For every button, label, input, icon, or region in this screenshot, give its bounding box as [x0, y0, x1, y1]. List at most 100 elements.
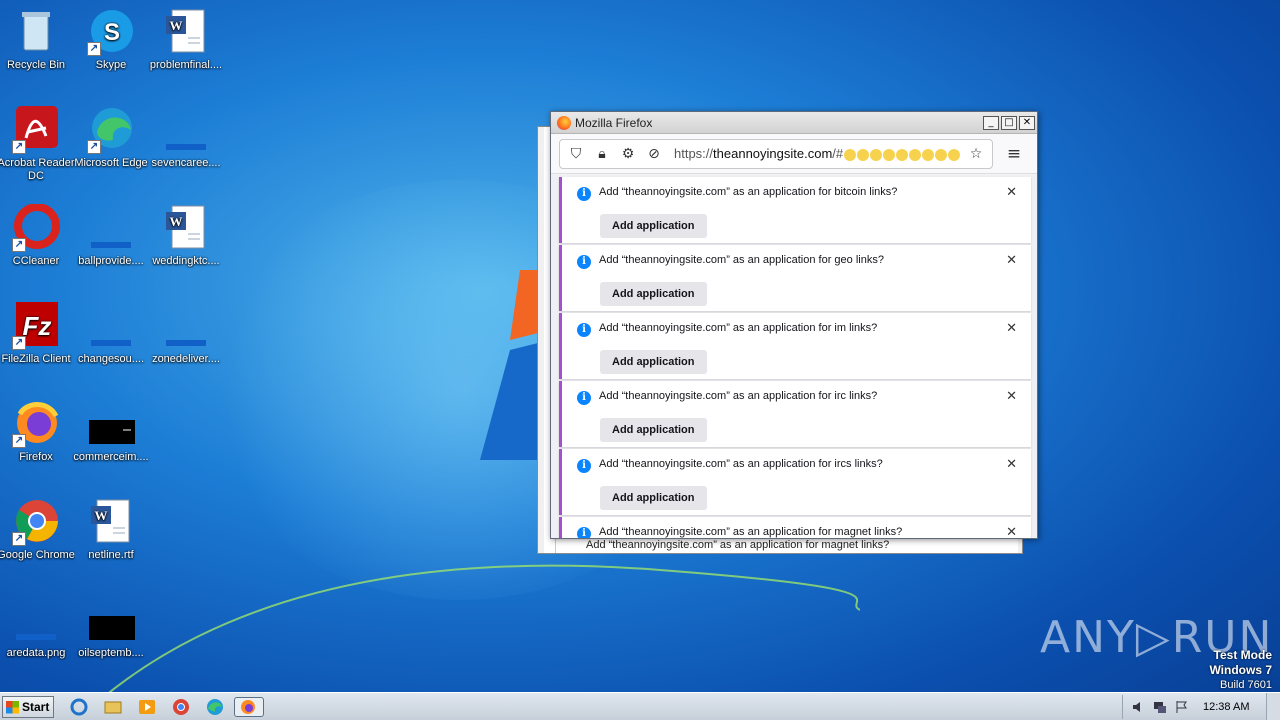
- permissions-icon[interactable]: ⚙︎: [618, 146, 638, 162]
- blank-file-icon: [162, 302, 210, 350]
- info-icon: i: [577, 391, 591, 405]
- info-icon: i: [577, 459, 591, 473]
- desktop-icon-label: FileZilla Client: [1, 353, 71, 365]
- bookmark-star-icon[interactable]: ☆: [966, 146, 986, 162]
- desktop-icon-skype[interactable]: S ↗ Skype: [72, 8, 150, 72]
- url-bar[interactable]: ⛉ 🔒︎ ⚙︎ ⊘ https://theannoyingsite.com/# …: [559, 138, 993, 169]
- svg-text:W: W: [170, 214, 183, 229]
- shortcut-arrow-icon: ↗: [12, 434, 26, 448]
- add-application-button[interactable]: Add application: [600, 214, 707, 238]
- notification-message: Add “theannoyingsite.com” as an applicat…: [599, 322, 878, 334]
- desktop-icon-label: changesou....: [77, 353, 145, 365]
- desktop-icon-recycle-bin[interactable]: Recycle Bin: [0, 8, 75, 72]
- desktop-icon-edge[interactable]: ↗ Microsoft Edge: [72, 106, 150, 170]
- ccleaner-icon: ↗: [12, 203, 60, 252]
- shortcut-arrow-icon: ↗: [12, 238, 26, 252]
- clock[interactable]: 12:38 AM: [1203, 701, 1249, 713]
- desktop-icon-sevencaree[interactable]: sevencaree....: [147, 106, 225, 170]
- desktop-icon-netline[interactable]: W netline.rtf: [72, 498, 150, 562]
- desktop-icon-chrome[interactable]: ↗ Google Chrome: [0, 498, 75, 562]
- close-notification-icon[interactable]: ✕: [1006, 525, 1017, 538]
- desktop-icon-problemfinal[interactable]: W problemfinal....: [147, 8, 225, 72]
- taskbar-ie-icon[interactable]: [68, 697, 90, 717]
- wallpaper-swoosh: [100, 564, 860, 700]
- desktop-icon-ccleaner[interactable]: ↗ CCleaner: [0, 203, 75, 268]
- minimize-button[interactable]: _: [983, 115, 999, 130]
- taskbar-explorer-icon[interactable]: [102, 697, 124, 717]
- close-notification-icon[interactable]: ✕: [1006, 457, 1017, 472]
- add-application-button[interactable]: Add application: [600, 282, 707, 306]
- shield-icon[interactable]: ⛉: [566, 146, 586, 162]
- notification-message: Add “theannoyingsite.com” as an applicat…: [599, 186, 898, 198]
- windows-watermark: Test Mode Windows 7 Build 7601: [1209, 648, 1272, 693]
- desktop-icon-aredata[interactable]: aredata.png: [0, 596, 75, 660]
- desktop-icon-commerceim[interactable]: commerceim....: [72, 400, 150, 464]
- acrobat-icon: ↗: [12, 106, 60, 154]
- close-notification-icon[interactable]: ✕: [1006, 253, 1017, 268]
- desktop-icon-label: Acrobat Reader DC: [0, 157, 75, 182]
- word-document-icon: W: [87, 498, 135, 546]
- desktop-icon-label: weddingktc....: [152, 255, 220, 267]
- menu-hamburger-icon[interactable]: ≡: [999, 144, 1029, 164]
- desktop-icon-label: Microsoft Edge: [74, 157, 148, 169]
- desktop-icon-label: oilseptemb....: [78, 647, 144, 659]
- add-application-button[interactable]: Add application: [600, 486, 707, 510]
- edge-icon: ↗: [87, 106, 135, 154]
- info-icon: i: [577, 255, 591, 269]
- maximize-button[interactable]: □: [1001, 115, 1017, 130]
- desktop-icon-label: problemfinal....: [149, 59, 223, 71]
- close-notification-icon[interactable]: ✕: [1006, 185, 1017, 200]
- show-desktop-button[interactable]: [1266, 693, 1280, 720]
- start-button[interactable]: Start: [2, 696, 54, 718]
- notification-bar: i Add “theannoyingsite.com” as an applica…: [559, 449, 1031, 515]
- filezilla-icon: Fz ↗: [12, 302, 60, 350]
- desktop-icon-weddingktc[interactable]: W weddingktc....: [147, 204, 225, 268]
- close-notification-icon[interactable]: ✕: [1006, 321, 1017, 336]
- navigation-bar: ⛉ 🔒︎ ⚙︎ ⊘ https://theannoyingsite.com/# …: [551, 134, 1037, 174]
- desktop-icon-ballprovide[interactable]: ballprovide....: [72, 204, 150, 268]
- word-document-icon: W: [162, 8, 210, 56]
- lock-icon[interactable]: 🔒︎: [592, 146, 612, 162]
- svg-text:Fz: Fz: [23, 311, 52, 341]
- desktop-icon-changesou[interactable]: changesou....: [72, 302, 150, 366]
- add-application-button[interactable]: Add application: [600, 418, 707, 442]
- taskbar-chrome-icon[interactable]: [170, 697, 192, 717]
- shortcut-arrow-icon: ↗: [12, 336, 26, 350]
- desktop-icon-label: Google Chrome: [0, 549, 75, 561]
- notification-bar: i Add “theannoyingsite.com” as an applica…: [559, 245, 1031, 311]
- recycle-bin-icon: [12, 8, 60, 56]
- desktop-icon-acrobat[interactable]: ↗ Acrobat Reader DC: [0, 106, 75, 183]
- firefox-window[interactable]: Mozilla Firefox _ □ ✕ ⛉ 🔒︎ ⚙︎ ⊘ https://…: [550, 111, 1038, 539]
- watermark-windows-version: Windows 7: [1209, 663, 1272, 677]
- add-application-button[interactable]: Add application: [600, 350, 707, 374]
- desktop-icon-zonedeliver[interactable]: zonedeliver....: [147, 302, 225, 366]
- desktop-icon-firefox[interactable]: ↗ Firefox: [0, 400, 75, 464]
- desktop-icon-oilseptemb[interactable]: oilseptemb....: [72, 596, 150, 660]
- taskbar-firefox-icon[interactable]: [234, 697, 264, 717]
- skype-icon: S ↗: [87, 8, 135, 56]
- notification-area: i Add “theannoyingsite.com” as an applica…: [551, 175, 1037, 538]
- taskbar-edge-icon[interactable]: [204, 697, 226, 717]
- network-icon[interactable]: [1153, 700, 1167, 714]
- black-file-icon: [87, 400, 135, 448]
- firefox-icon: ↗: [12, 400, 60, 448]
- desktop-icon-label: ballprovide....: [78, 255, 144, 267]
- notification-bar: i Add “theannoyingsite.com” as an applica…: [559, 517, 1031, 538]
- desktop-icon-label: CCleaner: [12, 255, 60, 267]
- notification-bar: i Add “theannoyingsite.com” as an applica…: [559, 313, 1031, 379]
- url-text[interactable]: https://theannoyingsite.com/#: [674, 146, 961, 161]
- close-notification-icon[interactable]: ✕: [1006, 389, 1017, 404]
- desktop-icon-filezilla[interactable]: Fz ↗ FileZilla Client: [0, 302, 75, 366]
- desktop-icon-label: aredata.png: [6, 647, 66, 659]
- taskbar-media-player-icon[interactable]: [136, 697, 158, 717]
- notification-message: Add “theannoyingsite.com” as an applicat…: [599, 254, 884, 266]
- desktop-icon-label: netline.rtf: [88, 549, 134, 561]
- action-center-flag-icon[interactable]: [1175, 700, 1189, 714]
- tracking-blocked-icon[interactable]: ⊘: [644, 146, 664, 162]
- info-icon: i: [577, 187, 591, 201]
- volume-icon[interactable]: [1131, 700, 1145, 714]
- info-icon: i: [577, 323, 591, 337]
- title-bar[interactable]: Mozilla Firefox _ □ ✕: [551, 112, 1037, 134]
- close-button[interactable]: ✕: [1019, 115, 1035, 130]
- blank-file-icon: [12, 596, 60, 644]
